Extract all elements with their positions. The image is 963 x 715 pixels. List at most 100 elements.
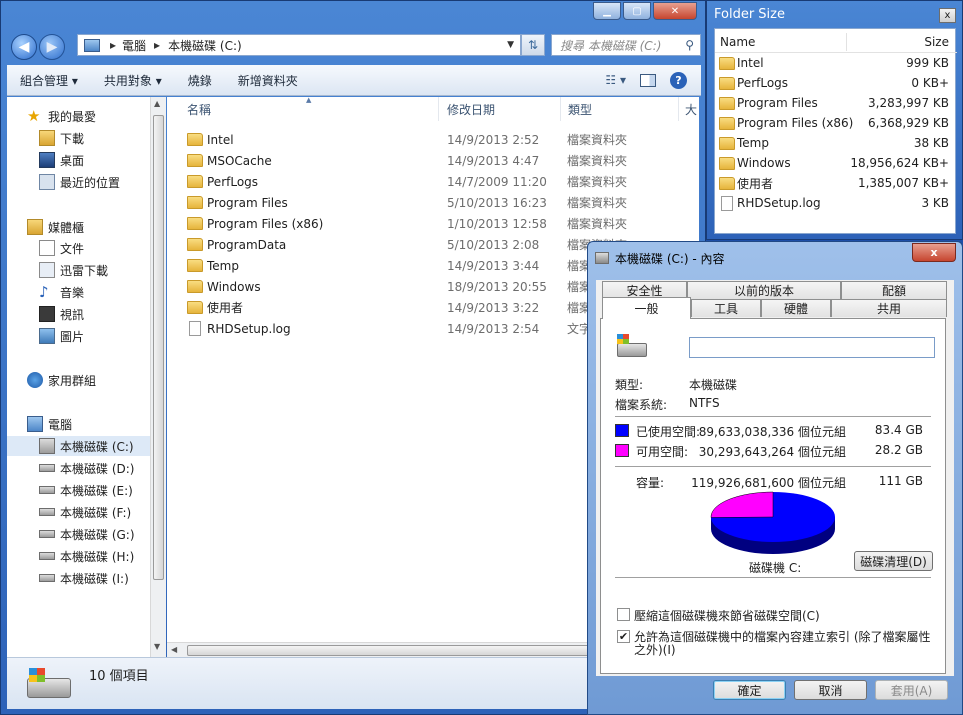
forward-button[interactable]: ▶ xyxy=(39,34,65,60)
index-checkbox[interactable]: ✔ xyxy=(617,630,630,643)
nav-downloads[interactable]: 下載 xyxy=(39,128,84,148)
close-button[interactable]: ✕ xyxy=(653,2,697,20)
help-icon[interactable]: ? xyxy=(670,71,687,89)
file-date: 14/7/2009 11:20 xyxy=(447,174,547,189)
scrollbar-thumb[interactable] xyxy=(153,115,164,580)
file-name: Program Files (x86) xyxy=(207,216,324,231)
used-space-bytes: 89,633,038,336 個位元組 xyxy=(698,425,846,439)
tab-general[interactable]: 一般 xyxy=(602,297,691,319)
apply-button[interactable]: 套用(A) xyxy=(875,680,948,700)
nav-documents[interactable]: 文件 xyxy=(39,238,84,258)
column-header-name[interactable]: Name xyxy=(720,35,755,49)
file-row[interactable]: Program Files (x86) 1/10/2013 12:58 檔案資料夾 xyxy=(167,213,699,234)
refresh-button[interactable]: ⇅ xyxy=(521,34,545,56)
recent-places-icon xyxy=(39,174,55,190)
hscroll-thumb[interactable] xyxy=(187,645,605,656)
burn-button[interactable]: 燒錄 xyxy=(175,72,225,89)
column-header-size[interactable]: 大 xyxy=(679,97,699,121)
file-row[interactable]: PerfLogs 14/7/2009 11:20 檔案資料夾 xyxy=(167,171,699,192)
used-color-swatch xyxy=(615,424,629,437)
nav-computer[interactable]: 電腦 xyxy=(27,414,72,434)
new-folder-button[interactable]: 新增資料夾 xyxy=(225,72,311,89)
compress-label: 壓縮這個磁碟機來節省磁碟空間(C) xyxy=(634,609,820,623)
preview-pane-icon[interactable] xyxy=(640,73,656,87)
organize-button[interactable]: 組合管理 ▾ xyxy=(7,72,91,89)
folder-size-row[interactable]: 使用者 1,385,007 KB+ xyxy=(715,173,957,193)
folder-size-row[interactable]: Windows 18,956,624 KB+ xyxy=(715,153,957,173)
free-color-swatch xyxy=(615,444,629,457)
minimize-button[interactable]: ▁ xyxy=(593,2,621,20)
cancel-button[interactable]: 取消 xyxy=(794,680,867,700)
file-row[interactable]: MSOCache 14/9/2013 4:47 檔案資料夾 xyxy=(167,150,699,171)
file-row[interactable]: Program Files 5/10/2013 16:23 檔案資料夾 xyxy=(167,192,699,213)
breadcrumb-separator-icon: ▸ xyxy=(110,38,117,52)
column-header-date[interactable]: 修改日期 xyxy=(439,97,561,121)
view-options-icon[interactable]: ☷ ▾ xyxy=(605,73,626,87)
nav-drive-c[interactable]: 本機磁碟 (C:) xyxy=(7,436,150,456)
disk-usage-pie xyxy=(710,491,835,554)
breadcrumb-computer[interactable]: 電腦 xyxy=(122,37,146,54)
folder-size-row[interactable]: Temp 38 KB xyxy=(715,133,957,153)
tab-hardware[interactable]: 硬體 xyxy=(761,299,831,317)
nav-drive-d[interactable]: 本機磁碟 (D:) xyxy=(39,458,134,478)
nav-libraries[interactable]: 媒體櫃 xyxy=(27,217,84,237)
nav-drive-e[interactable]: 本機磁碟 (E:) xyxy=(39,480,133,500)
nav-desktop[interactable]: 桌面 xyxy=(39,150,84,170)
file-name: Windows xyxy=(207,279,261,294)
column-header-name[interactable]: 名稱 xyxy=(167,97,439,121)
folder-icon xyxy=(187,217,203,230)
share-with-button[interactable]: 共用對象 ▾ xyxy=(91,72,175,89)
folder-size-row[interactable]: RHDSetup.log 3 KB xyxy=(715,193,957,213)
nav-pane-scrollbar[interactable]: ▲ ▼ xyxy=(150,97,166,657)
file-date: 14/9/2013 3:44 xyxy=(447,258,540,273)
nav-drive-i[interactable]: 本機磁碟 (I:) xyxy=(39,568,129,588)
tab-sharing[interactable]: 共用 xyxy=(831,299,947,317)
folder-size-close-button[interactable]: x xyxy=(939,8,956,23)
scroll-down-icon[interactable]: ▼ xyxy=(154,642,160,651)
drive-icon xyxy=(39,486,55,494)
column-header-size[interactable]: Size xyxy=(924,35,949,49)
column-header-type[interactable]: 類型 xyxy=(561,97,679,121)
nav-homegroup[interactable]: 家用群組 xyxy=(27,370,96,390)
folder-size-row[interactable]: Program Files 3,283,997 KB xyxy=(715,93,957,113)
search-input[interactable]: 搜尋 本機磁碟 (C:) ⚲ xyxy=(551,34,701,56)
scroll-up-icon[interactable]: ▲ xyxy=(154,99,160,108)
folder-icon xyxy=(719,56,735,70)
filesystem-label: 檔案系統: xyxy=(615,398,668,412)
drive-name-label: 磁碟機 C: xyxy=(749,561,802,575)
dialog-close-button[interactable]: x xyxy=(912,243,956,262)
back-button[interactable]: ◀ xyxy=(11,34,37,60)
compress-checkbox[interactable] xyxy=(617,608,630,621)
nav-videos[interactable]: 視訊 xyxy=(39,304,84,324)
breadcrumb-drive[interactable]: 本機磁碟 (C:) xyxy=(168,37,242,54)
tab-quota[interactable]: 配額 xyxy=(841,281,947,299)
drive-large-icon xyxy=(617,343,647,357)
index-label-line2: 之外)(I) xyxy=(634,643,676,657)
nav-music[interactable]: ♪ 音樂 xyxy=(39,282,84,302)
file-row[interactable]: Intel 14/9/2013 2:52 檔案資料夾 xyxy=(167,129,699,150)
folder-icon xyxy=(719,116,735,130)
nav-favorites[interactable]: ★ 我的最愛 xyxy=(27,106,96,126)
folder-size-row[interactable]: Program Files (x86) 6,368,929 KB xyxy=(715,113,957,133)
maximize-button[interactable]: ▢ xyxy=(623,2,651,20)
folder-size-row[interactable]: Intel 999 KB xyxy=(715,53,957,73)
nav-drive-h[interactable]: 本機磁碟 (H:) xyxy=(39,546,134,566)
file-date: 5/10/2013 2:08 xyxy=(447,237,540,252)
address-bar[interactable]: ▸ 電腦 ▸ 本機磁碟 (C:) ▼ xyxy=(77,34,521,56)
nav-recent-places[interactable]: 最近的位置 xyxy=(39,172,120,192)
ok-button[interactable]: 確定 xyxy=(713,680,786,700)
nav-drive-g[interactable]: 本機磁碟 (G:) xyxy=(39,524,135,544)
nav-drive-f[interactable]: 本機磁碟 (F:) xyxy=(39,502,131,522)
nav-pictures[interactable]: 圖片 xyxy=(39,326,84,346)
folder-size-row[interactable]: PerfLogs 0 KB+ xyxy=(715,73,957,93)
nav-xunlei-downloads[interactable]: 迅雷下載 xyxy=(39,260,108,280)
address-dropdown-icon[interactable]: ▼ xyxy=(507,40,514,50)
folder-size-title: Folder Size xyxy=(714,7,785,22)
disk-cleanup-button[interactable]: 磁碟清理(D) xyxy=(854,551,933,571)
file-name: PerfLogs xyxy=(207,174,259,189)
tab-previous-versions[interactable]: 以前的版本 xyxy=(687,281,841,299)
tab-tools[interactable]: 工具 xyxy=(691,299,761,317)
folder-icon xyxy=(187,238,203,251)
drive-label-input[interactable] xyxy=(689,337,935,358)
scroll-left-icon[interactable]: ◀ xyxy=(171,645,177,654)
